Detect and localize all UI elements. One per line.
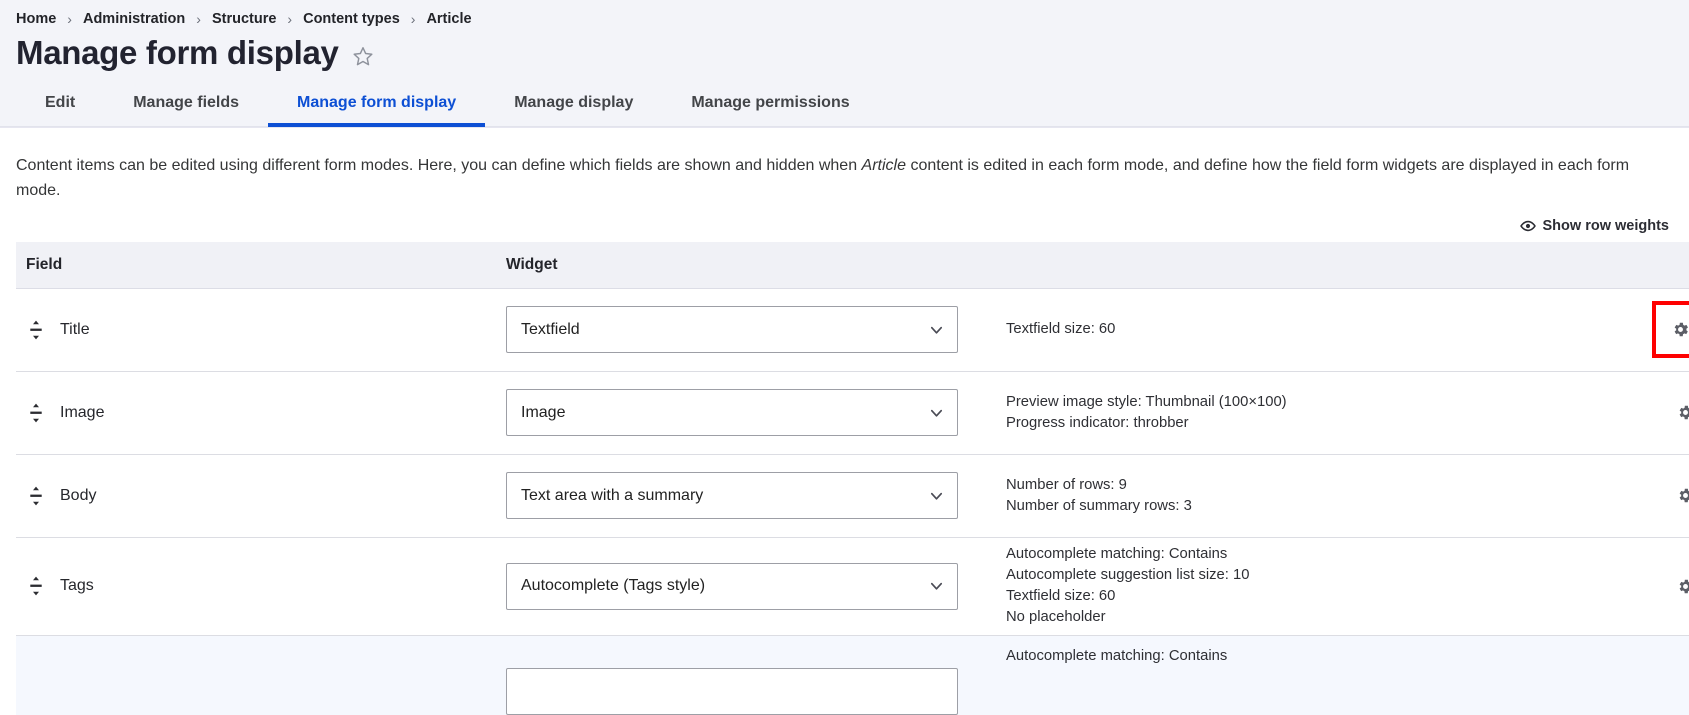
widget-settings-button[interactable] — [1652, 301, 1689, 359]
tab-manage-form-display[interactable]: Manage form display — [268, 79, 486, 128]
field-label: Image — [60, 403, 105, 421]
breadcrumb-separator-icon: › — [287, 11, 293, 27]
cell-summary: Autocomplete matching: Contains — [1006, 635, 1626, 715]
widget-select[interactable] — [506, 667, 958, 715]
field-label: Title — [60, 320, 90, 338]
column-header-widget: Widget — [506, 241, 1006, 289]
summary-line: Autocomplete matching: Contains — [1006, 546, 1228, 563]
summary-line: Textfield size: 60 — [1006, 321, 1116, 338]
cell-field: Tags — [16, 537, 506, 636]
cell-field — [16, 635, 506, 715]
row-weights-bar: Show row weights — [16, 204, 1673, 242]
cell-summary: Textfield size: 60 — [1006, 288, 1626, 372]
summary-line: Progress indicator: throbber — [1006, 414, 1189, 431]
cell-operations — [1626, 371, 1689, 455]
breadcrumb: Home › Administration › Structure › Cont… — [0, 0, 1689, 31]
page-title: Manage form display — [16, 34, 339, 71]
breadcrumb-item-article[interactable]: Article — [426, 11, 471, 27]
widget-settings-button[interactable] — [1665, 393, 1689, 433]
manage-form-display-table: Field Widget Title Textfield Textfield s… — [16, 241, 1689, 715]
breadcrumb-separator-icon: › — [67, 11, 72, 27]
page-header: Home › Administration › Structure › Cont… — [0, 0, 1689, 129]
cell-operations — [1626, 537, 1689, 636]
breadcrumb-item-home[interactable]: Home — [16, 11, 56, 27]
cell-field: Title — [16, 288, 506, 372]
page-title-row: Manage form display — [0, 31, 1689, 79]
field-label: Tags — [60, 577, 94, 595]
drag-handle-icon[interactable] — [26, 575, 46, 597]
breadcrumb-separator-icon: › — [410, 11, 416, 27]
drag-handle-icon[interactable] — [26, 485, 46, 507]
tab-manage-fields[interactable]: Manage fields — [104, 79, 268, 126]
widget-settings-button[interactable] — [1665, 476, 1689, 516]
column-header-field: Field — [16, 241, 506, 289]
tab-edit[interactable]: Edit — [16, 79, 104, 126]
summary-line: No placeholder — [1006, 609, 1106, 626]
cell-widget: Textfield — [506, 288, 1006, 372]
main-content: Content items can be edited using differ… — [0, 154, 1689, 715]
cell-summary: Number of rows: 9 Number of summary rows… — [1006, 454, 1626, 538]
tab-manage-display[interactable]: Manage display — [485, 79, 662, 126]
breadcrumb-separator-icon: › — [196, 11, 201, 27]
gear-icon — [1676, 577, 1689, 596]
table-header-row: Field Widget — [16, 241, 1689, 289]
cell-summary: Autocomplete matching: Contains Autocomp… — [1006, 537, 1626, 636]
widget-select[interactable]: Autocomplete (Tags style) — [506, 562, 958, 610]
cell-summary: Preview image style: Thumbnail (100×100)… — [1006, 371, 1626, 455]
summary-line: Autocomplete matching: Contains — [1006, 647, 1228, 664]
gear-icon — [1671, 320, 1689, 339]
table-row: Image Image Preview image style: Thumbna… — [16, 371, 1689, 455]
breadcrumb-item-structure[interactable]: Structure — [212, 11, 276, 27]
cell-field: Image — [16, 371, 506, 455]
breadcrumb-item-administration[interactable]: Administration — [83, 11, 185, 27]
cell-operations — [1626, 635, 1689, 715]
drag-handle-icon[interactable] — [26, 402, 46, 424]
cell-widget: Image — [506, 371, 1006, 455]
summary-line: Preview image style: Thumbnail (100×100) — [1006, 393, 1287, 410]
widget-select[interactable]: Image — [506, 389, 958, 437]
table-row: Body Text area with a summary Number of … — [16, 454, 1689, 538]
summary-line: Number of summary rows: 3 — [1006, 497, 1192, 514]
cell-widget: Text area with a summary — [506, 454, 1006, 538]
widget-select[interactable]: Textfield — [506, 306, 958, 354]
widget-select[interactable]: Text area with a summary — [506, 472, 958, 520]
primary-tabs: Edit Manage fields Manage form display M… — [0, 79, 1689, 128]
intro-description: Content items can be edited using differ… — [16, 154, 1656, 204]
star-outline-icon[interactable] — [352, 45, 374, 67]
show-row-weights-toggle[interactable]: Show row weights — [1519, 217, 1669, 234]
table-row: Title Textfield Textfield size: 60 — [16, 288, 1689, 372]
table-body: Title Textfield Textfield size: 60 Image… — [16, 288, 1689, 715]
column-header-operations — [1626, 241, 1689, 289]
summary-line: Autocomplete suggestion list size: 10 — [1006, 567, 1250, 584]
show-row-weights-label: Show row weights — [1542, 217, 1669, 234]
breadcrumb-item-content-types[interactable]: Content types — [303, 11, 400, 27]
eye-icon — [1519, 218, 1536, 234]
tab-manage-permissions[interactable]: Manage permissions — [662, 79, 878, 126]
intro-text-part1: Content items can be edited using differ… — [16, 157, 862, 175]
drag-handle-icon[interactable] — [26, 319, 46, 341]
column-header-summary — [1006, 241, 1626, 289]
gear-icon — [1676, 486, 1689, 505]
table-head: Field Widget — [16, 241, 1689, 289]
table-row: Autocomplete matching: Contains — [16, 635, 1689, 715]
field-label: Body — [60, 486, 97, 504]
cell-operations — [1626, 288, 1689, 372]
intro-emphasis-article: Article — [861, 157, 906, 175]
table-row: Tags Autocomplete (Tags style) Autocompl… — [16, 537, 1689, 636]
summary-line: Textfield size: 60 — [1006, 588, 1116, 605]
summary-line: Number of rows: 9 — [1006, 476, 1127, 493]
widget-settings-button[interactable] — [1665, 566, 1689, 606]
gear-icon — [1676, 403, 1689, 422]
cell-widget — [506, 635, 1006, 715]
cell-operations — [1626, 454, 1689, 538]
cell-field: Body — [16, 454, 506, 538]
cell-widget: Autocomplete (Tags style) — [506, 537, 1006, 636]
